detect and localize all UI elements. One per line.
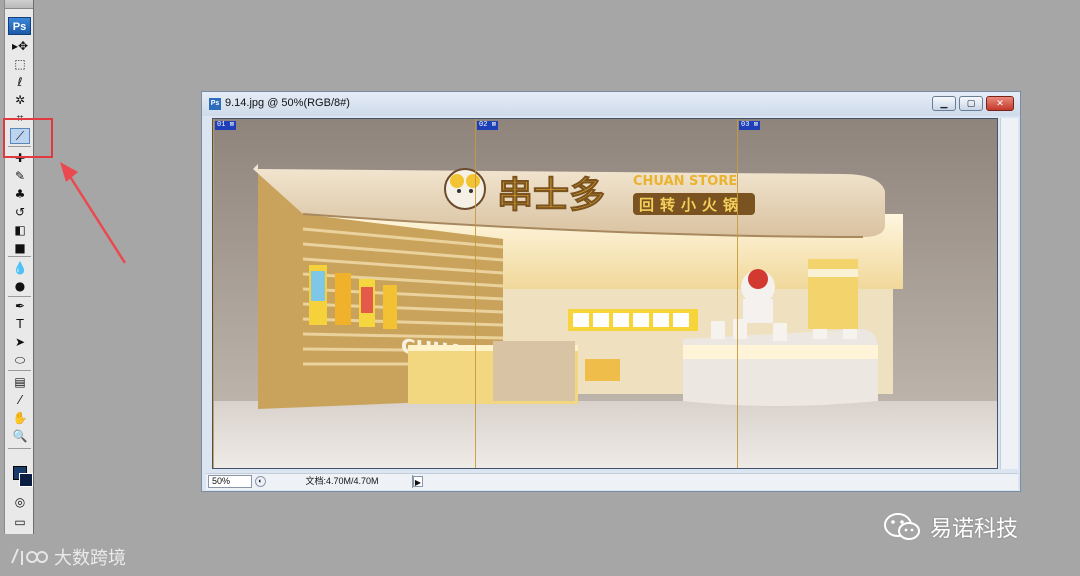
- slice-guide-line: [475, 119, 476, 468]
- watermark-left: 大数跨境: [8, 544, 126, 570]
- shape-tool-icon[interactable]: ⬭: [10, 352, 30, 368]
- slice-label-2[interactable]: 02 ⊠: [477, 121, 498, 130]
- document-window: Ps 9.14.jpg @ 50%(RGB/8#) ▁ ▢ ✕ 串士多 CHUA…: [201, 91, 1021, 492]
- brand-english-text: CHUAN STORE: [633, 174, 737, 189]
- brand-sub-text: 回转小火锅: [639, 196, 744, 214]
- notes-tool-icon[interactable]: ▤: [10, 374, 30, 390]
- slice-guide-line: [213, 119, 214, 468]
- watermark-right: 易诺科技: [882, 511, 1018, 543]
- vertical-scrollbar[interactable]: [1000, 118, 1018, 469]
- toolbox-separator: [8, 296, 31, 297]
- slice-label-3[interactable]: 03 ⊠: [739, 121, 760, 130]
- zoom-level-field[interactable]: 50%: [208, 475, 252, 488]
- close-button[interactable]: ✕: [986, 96, 1014, 111]
- screen-mode-icon[interactable]: ▭: [10, 514, 30, 530]
- zoom-tool-icon[interactable]: 🔍: [10, 428, 30, 444]
- document-size-info: 文档:4.70M/4.70M: [272, 475, 413, 488]
- horizontal-scrollbar[interactable]: [426, 476, 998, 487]
- watermark-logo-icon: [11, 548, 48, 565]
- background-color-swatch[interactable]: [19, 473, 33, 487]
- document-title-bar[interactable]: Ps 9.14.jpg @ 50%(RGB/8#) ▁ ▢ ✕: [202, 92, 1020, 116]
- watermark-right-text: 易诺科技: [930, 517, 1019, 542]
- slice-guide-line: [737, 119, 738, 468]
- type-tool-icon[interactable]: T: [10, 316, 30, 332]
- toolbox-separator: [8, 370, 31, 371]
- brand-chinese-text: 串士多: [497, 175, 605, 216]
- toolbox-separator: [8, 448, 31, 449]
- maximize-button[interactable]: ▢: [959, 96, 983, 111]
- pen-tool-icon[interactable]: ✒: [10, 298, 30, 314]
- watermark-left-text: 大数跨境: [54, 548, 126, 569]
- document-title: 9.14.jpg @ 50%(RGB/8#): [225, 97, 350, 109]
- path-selection-tool-icon[interactable]: ➤: [10, 334, 30, 350]
- quick-mask-icon[interactable]: ◎: [10, 494, 30, 510]
- wechat-icon: [884, 513, 920, 540]
- status-bar: 50% ◐ 文档:4.70M/4.70M ▶: [206, 473, 1018, 490]
- slice-label-1[interactable]: 01 ⊠: [215, 121, 236, 130]
- status-info-icon[interactable]: ◐: [255, 476, 266, 487]
- document-ps-icon: Ps: [209, 98, 221, 110]
- eyedropper-tool-icon[interactable]: ⁄: [10, 392, 30, 408]
- annotation-arrow-icon: [60, 162, 127, 264]
- image-canvas[interactable]: CHUAN STORE: [212, 118, 998, 469]
- store-rendering-image: CHUAN STORE: [213, 119, 997, 468]
- minimize-button[interactable]: ▁: [932, 96, 956, 111]
- hand-tool-icon[interactable]: ✋: [10, 410, 30, 426]
- dodge-tool-icon[interactable]: ●: [10, 278, 30, 294]
- status-menu-arrow-icon[interactable]: ▶: [413, 476, 423, 487]
